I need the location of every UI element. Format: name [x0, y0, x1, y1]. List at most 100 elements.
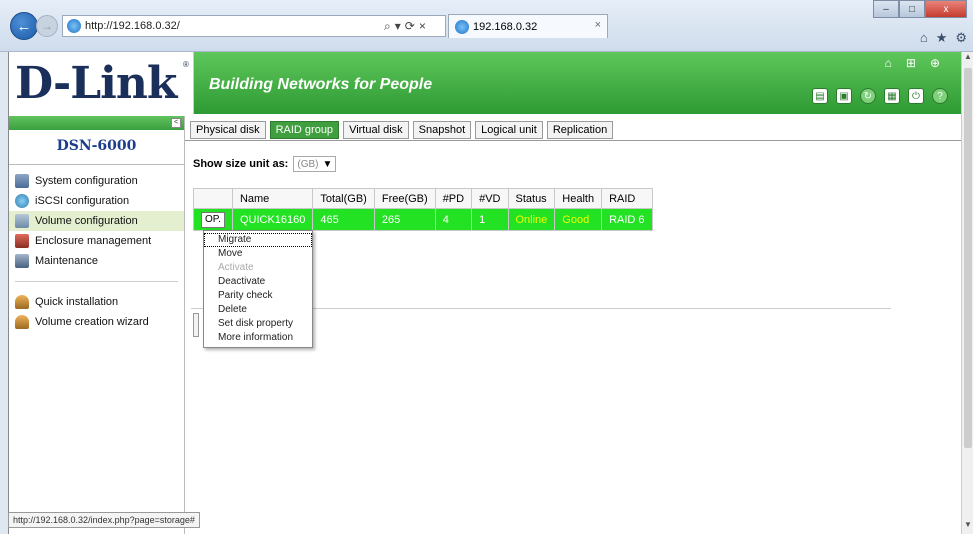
sidebar-item-volume-creation-wizard[interactable]: Volume creation wizard	[9, 312, 184, 332]
sidebar-item-label: Volume configuration	[35, 215, 138, 227]
home-icon[interactable]: ⌂	[920, 30, 928, 46]
maximize-button[interactable]: □	[899, 0, 925, 18]
column-header-total: Total(GB)	[312, 188, 375, 209]
menu-item-parity-check[interactable]: Parity check	[204, 289, 312, 303]
size-unit-label: Show size unit as:	[193, 158, 289, 170]
sidebar-topbar: <	[9, 116, 184, 130]
refresh-icon[interactable]: ⟳	[405, 19, 415, 33]
column-header-free: Free(GB)	[373, 188, 436, 209]
tab-snapshot[interactable]: Snapshot	[412, 121, 472, 139]
op-button[interactable]: OP.	[201, 211, 225, 228]
tab-logical-unit[interactable]: Logical unit	[475, 121, 543, 139]
sidebar-item-volume-configuration[interactable]: Volume configuration	[9, 211, 184, 231]
sound-icon[interactable]: ⊕	[930, 56, 940, 70]
address-text: http://192.168.0.32/	[85, 20, 180, 32]
globe-icon	[15, 194, 29, 208]
minimize-button[interactable]: –	[873, 0, 899, 18]
menu-item-migrate[interactable]: Migrate	[204, 233, 312, 247]
column-header-raid: RAID	[601, 188, 653, 209]
web-page: D-Link ® Building Networks for People ⌂ …	[8, 52, 962, 534]
tab-virtual-disk[interactable]: Virtual disk	[343, 121, 409, 139]
favorites-icon[interactable]: ★	[936, 30, 948, 46]
ie-icon	[455, 19, 469, 34]
health-cell: Good	[554, 208, 603, 231]
scroll-thumb[interactable]	[964, 68, 972, 448]
scroll-down-icon[interactable]: ▼	[962, 520, 973, 534]
back-button[interactable]: ←	[10, 12, 38, 40]
vertical-scrollbar[interactable]: ▲ ▼	[961, 52, 973, 534]
chevron-down-icon: ▼	[322, 158, 333, 170]
ie-icon	[67, 19, 81, 33]
column-header-pd: #PD	[434, 188, 473, 209]
table-row[interactable]: OP. QUICK16160 465 265 4 1 Online Good R…	[193, 208, 653, 231]
settings-icon[interactable]: ⚙	[955, 30, 967, 46]
menu-item-activate: Activate	[218, 262, 254, 273]
header-tool-icons: ▤ ▣ ↻ ▦ ⏻ ?	[812, 88, 948, 104]
close-button[interactable]: x	[925, 0, 967, 18]
sidebar-item-enclosure-management[interactable]: Enclosure management	[9, 231, 184, 251]
tab-replication[interactable]: Replication	[546, 121, 614, 139]
status-cell: Online	[507, 208, 556, 231]
collapse-icon[interactable]: <	[171, 118, 181, 128]
forward-button[interactable]: →	[36, 15, 58, 37]
panel-icon[interactable]: ▦	[884, 88, 900, 104]
column-header-name: Name	[231, 188, 314, 209]
menu-item-move[interactable]: Move	[204, 247, 312, 261]
home-icon[interactable]: ⌂	[885, 56, 892, 70]
vd-cell: 1	[471, 208, 509, 231]
table-header-row: Name Total(GB) Free(GB) #PD #VD Status H…	[193, 188, 653, 209]
main-content: Physical disk RAID group Virtual disk Sn…	[185, 116, 962, 534]
window-controls: – □ x	[873, 0, 967, 18]
dropdown-icon[interactable]: ▾	[395, 19, 401, 33]
tab-physical-disk[interactable]: Physical disk	[190, 121, 266, 139]
system-icon	[15, 174, 29, 188]
disk-icon[interactable]: ▤	[812, 88, 828, 104]
sidebar-item-label: Volume creation wizard	[35, 316, 149, 328]
address-bar[interactable]: http://192.168.0.32/	[62, 15, 392, 37]
column-header-status: Status	[507, 188, 556, 209]
column-header-health: Health	[554, 188, 603, 209]
sidebar-item-maintenance[interactable]: Maintenance	[9, 251, 184, 271]
hat-icon	[15, 295, 29, 309]
sidebar-item-label: Enclosure management	[35, 235, 152, 247]
stop-icon[interactable]: ×	[419, 19, 426, 33]
tagline: Building Networks for People	[209, 76, 433, 93]
tab-close-icon[interactable]: ×	[595, 19, 601, 31]
op-cell: OP.	[193, 208, 233, 231]
sidebar-item-iscsi-configuration[interactable]: iSCSI configuration	[9, 191, 184, 211]
dlink-logo: D-Link	[15, 58, 177, 109]
browser-chrome: ← → http://192.168.0.32/ ⌕ ▾ ⟳ × 192.168…	[0, 0, 973, 52]
help-icon[interactable]: ?	[932, 88, 948, 104]
tab-raid-group[interactable]: RAID group	[269, 121, 340, 139]
browser-tab[interactable]: 192.168.0.32 ×	[448, 14, 608, 38]
hat-icon	[15, 315, 29, 329]
create-button[interactable]	[193, 313, 199, 337]
subtab-divider	[185, 140, 962, 141]
scroll-up-icon[interactable]: ▲	[962, 52, 973, 66]
sidebar-item-system-configuration[interactable]: System configuration	[9, 171, 184, 191]
size-unit-row: Show size unit as: (GB) ▼	[193, 156, 337, 172]
sidebar-item-label: System configuration	[35, 175, 138, 187]
sidebar-item-label: Quick installation	[35, 296, 119, 308]
browser-toolbar-icons: ⌂ ★ ⚙	[920, 30, 967, 46]
refresh-icon[interactable]: ↻	[860, 88, 876, 104]
subtab-bar: Physical disk RAID group Virtual disk Sn…	[190, 121, 614, 139]
op-context-menu: Migrate Move Activate Deactivate Parity …	[203, 230, 313, 348]
chip-icon[interactable]: ▣	[836, 88, 852, 104]
sidebar-item-quick-installation[interactable]: Quick installation	[9, 292, 184, 312]
sidebar-item-label: Maintenance	[35, 255, 98, 267]
sidebar: < DSN-6000 System configuration iSCSI co…	[9, 116, 185, 534]
menu-item-delete[interactable]: Delete	[204, 303, 312, 317]
header: D-Link ® Building Networks for People ⌂ …	[9, 52, 962, 114]
logout-icon[interactable]: ⊞	[906, 56, 916, 70]
menu-item-set-disk-property[interactable]: Set disk property	[204, 317, 312, 331]
raid-group-table: Name Total(GB) Free(GB) #PD #VD Status H…	[193, 188, 653, 231]
size-unit-select[interactable]: (GB) ▼	[293, 156, 337, 172]
search-icon[interactable]: ⌕	[384, 19, 391, 34]
menu-item-deactivate[interactable]: Deactivate	[204, 275, 312, 289]
browser-status-bar: http://192.168.0.32/index.php?page=stora…	[8, 512, 200, 528]
power-icon[interactable]: ⏻	[908, 88, 924, 104]
name-cell: QUICK16160	[231, 208, 314, 231]
free-cell: 265	[373, 208, 436, 231]
menu-item-more-information[interactable]: More information	[204, 331, 312, 345]
